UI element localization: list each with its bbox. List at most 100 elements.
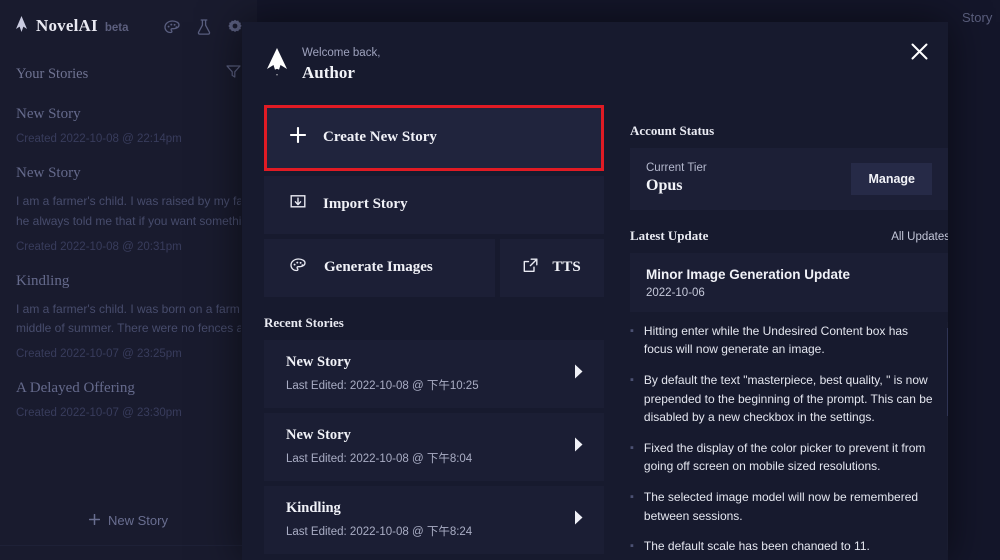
list-item[interactable]: A Delayed Offering Created 2022-10-07 @ … [0, 374, 257, 433]
list-item[interactable]: New Story I am a farmer's child. I was r… [0, 159, 257, 267]
account-status-card: Current Tier Opus Manage [630, 147, 948, 210]
brand: NovelAI beta [14, 16, 129, 38]
recent-story-title: Kindling [286, 500, 341, 517]
sidebar-story-list: New Story Created 2022-10-08 @ 22:14pm N… [0, 100, 257, 433]
bullet-icon: ▪ [630, 441, 634, 454]
recent-story-title: New Story [286, 427, 351, 444]
secondary-actions-row: Generate Images TTS [264, 238, 604, 297]
close-icon[interactable] [904, 36, 934, 66]
list-item: ▪ Hitting enter while the Undesired Cont… [630, 322, 936, 359]
plus-icon [289, 127, 307, 148]
list-item: ▪ Fixed the display of the color picker … [630, 439, 936, 476]
all-updates-link[interactable]: All Updates [891, 231, 948, 243]
generate-images-label: Generate Images [324, 259, 433, 276]
sidebar-new-story-label: New Story [108, 512, 168, 528]
note-text: The default scale has been changed to 11… [643, 539, 870, 550]
list-item[interactable]: New Story Last Edited: 2022-10-08 @ 下午8:… [264, 412, 604, 481]
current-tier-value: Opus [646, 177, 683, 195]
list-item[interactable]: Kindling I am a farmer's child. I was bo… [0, 267, 257, 375]
palette-icon [290, 258, 307, 278]
tts-label: TTS [552, 259, 581, 276]
list-item: ▪ The default scale has been changed to … [630, 537, 936, 550]
story-title: New Story [16, 165, 81, 181]
story-created: Created 2022-10-08 @ 22:14pm [16, 133, 182, 145]
novelai-logo-icon [14, 16, 29, 38]
notes-scrollbar-thumb[interactable] [947, 327, 948, 416]
external-link-icon [523, 258, 538, 278]
your-stories-header: Your Stories [0, 58, 257, 90]
story-excerpt: I am a farmer's child. I was born on a f… [16, 301, 241, 336]
create-new-story-button[interactable]: Create New Story [264, 104, 604, 171]
novelai-pen-icon [264, 47, 290, 82]
welcome-username: Author [302, 62, 355, 82]
import-icon [290, 194, 306, 215]
story-title: A Delayed Offering [16, 380, 135, 397]
filter-icon[interactable] [226, 64, 241, 84]
topbar-icons [164, 19, 243, 35]
generate-images-button[interactable]: Generate Images [264, 238, 495, 297]
list-item: ▪ By default the text "masterpiece, best… [630, 371, 936, 427]
palette-icon[interactable] [164, 19, 181, 35]
create-new-story-label: Create New Story [323, 129, 437, 146]
app-root: Story NovelAI beta Your Stories New Stor… [0, 0, 1000, 560]
sidebar-bottom-bar [0, 545, 257, 560]
brand-beta-tag: beta [104, 22, 129, 34]
list-item[interactable]: New Story Created 2022-10-08 @ 22:14pm [0, 100, 257, 159]
latest-update-header: Latest Update All Updates [630, 228, 948, 244]
sidebar-new-story-button[interactable]: New Story [0, 505, 257, 535]
bullet-icon: ▪ [630, 324, 634, 337]
latest-update-card: Minor Image Generation Update 2022-10-06 [630, 252, 948, 312]
update-title: Minor Image Generation Update [646, 266, 851, 282]
recent-stories-heading: Recent Stories [264, 314, 344, 330]
bullet-icon: ▪ [630, 540, 634, 550]
account-status-heading: Account Status [630, 122, 715, 138]
modal-body: Create New Story Import Story Generate I… [242, 83, 948, 554]
list-item[interactable]: Kindling Last Edited: 2022-10-08 @ 下午8:2… [264, 485, 604, 554]
app-topbar: NovelAI beta [0, 0, 257, 54]
modal-right-column: Account Status Current Tier Opus Manage … [630, 105, 948, 554]
flask-icon[interactable] [197, 19, 211, 35]
story-created: Created 2022-10-08 @ 20:31pm [16, 240, 182, 253]
update-notes-list: ▪ Hitting enter while the Undesired Cont… [630, 321, 948, 550]
notes-scrollbar[interactable] [947, 321, 948, 550]
bullet-icon: ▪ [630, 490, 634, 503]
bullet-icon: ▪ [630, 373, 634, 386]
current-tier-label: Current Tier [646, 162, 707, 175]
modal-header: Welcome back, Author [242, 22, 948, 83]
note-text: The selected image model will now be rem… [643, 489, 919, 523]
gear-icon[interactable] [227, 19, 243, 35]
story-excerpt: I am a farmer's child. I was raised by m… [16, 194, 241, 228]
import-story-label: Import Story [323, 196, 408, 213]
recent-stories-list: New Story Last Edited: 2022-10-08 @ 下午10… [264, 339, 604, 554]
current-tier-block: Current Tier Opus [646, 162, 707, 195]
brand-name: NovelAI [36, 16, 98, 35]
list-item[interactable]: New Story Last Edited: 2022-10-08 @ 下午10… [264, 339, 604, 408]
manage-button[interactable]: Manage [851, 162, 932, 195]
welcome-greeting: Welcome back, [302, 47, 381, 59]
welcome-text: Welcome back, Author [302, 46, 380, 83]
chevron-right-icon [573, 436, 584, 457]
update-date: 2022-10-06 [646, 286, 705, 299]
latest-update-heading: Latest Update [630, 227, 709, 243]
note-text: By default the text "masterpiece, best q… [643, 372, 933, 425]
tts-button[interactable]: TTS [500, 238, 604, 297]
story-created: Created 2022-10-07 @ 23:30pm [16, 407, 182, 420]
plus-icon [88, 513, 101, 528]
welcome-modal: Welcome back, Author Create New Story Im… [242, 22, 948, 560]
list-item: ▪ The selected image model will now be r… [630, 488, 936, 525]
recent-story-subtitle: Last Edited: 2022-10-08 @ 下午8:04 [286, 453, 473, 466]
note-text: Hitting enter while the Undesired Conten… [643, 323, 909, 357]
sidebar: NovelAI beta Your Stories New Story Crea… [0, 0, 257, 560]
chevron-right-icon [573, 509, 584, 530]
modal-left-column: Create New Story Import Story Generate I… [264, 104, 604, 554]
story-title: Kindling [16, 272, 70, 289]
recent-story-subtitle: Last Edited: 2022-10-08 @ 下午8:24 [286, 526, 473, 539]
background-story-tab[interactable]: Story [962, 10, 992, 25]
note-text: Fixed the display of the color picker to… [643, 440, 926, 474]
story-created: Created 2022-10-07 @ 23:25pm [16, 348, 182, 361]
recent-story-title: New Story [286, 354, 351, 371]
recent-story-subtitle: Last Edited: 2022-10-08 @ 下午10:25 [286, 380, 479, 393]
your-stories-label: Your Stories [16, 65, 89, 82]
chevron-right-icon [573, 363, 584, 384]
import-story-button[interactable]: Import Story [264, 175, 604, 234]
